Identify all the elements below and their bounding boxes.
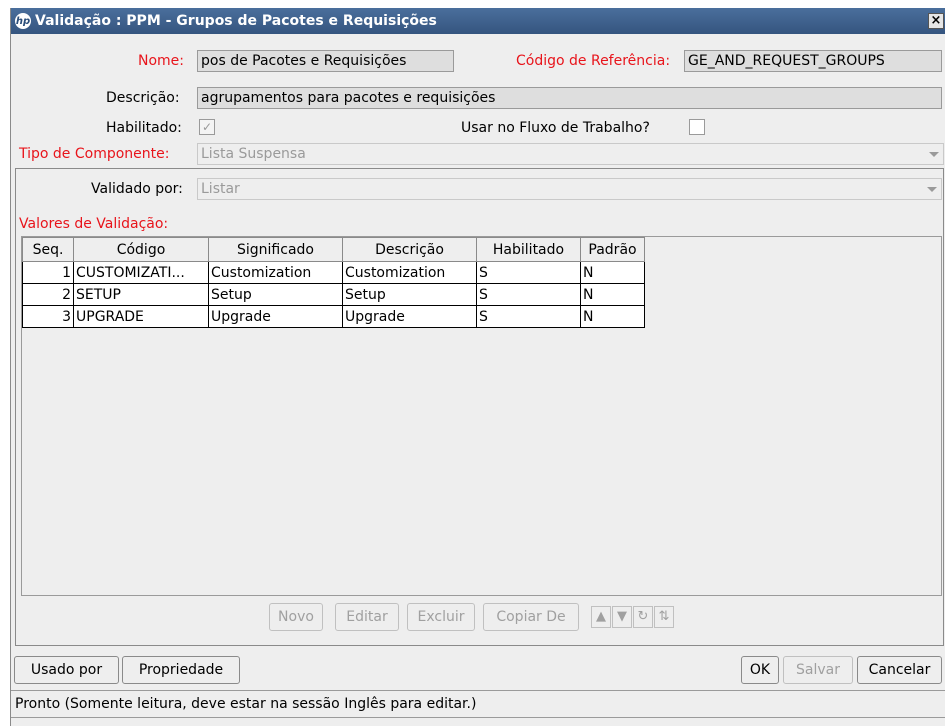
fluxo-trabalho-checkbox[interactable] (689, 119, 705, 135)
cell-descricao: Upgrade (342, 305, 477, 328)
table-row[interactable]: 3 UPGRADE Upgrade Upgrade S N (22, 305, 645, 328)
codigo-referencia-label: Código de Referência: (516, 53, 671, 69)
salvar-button[interactable]: Salvar (783, 656, 853, 684)
table-header-row: Seq. Código Significado Descrição Habili… (22, 237, 645, 262)
nome-field[interactable]: pos de Pacotes e Requisições (197, 50, 454, 72)
column-header-seq[interactable]: Seq. (22, 237, 74, 262)
status-bar: Pronto (Somente leitura, deve estar na s… (11, 690, 945, 718)
valores-validacao-label: Valores de Validação: (19, 216, 169, 232)
close-button[interactable]: × (928, 13, 944, 29)
validado-por-label: Validado por: (91, 181, 183, 197)
excluir-button[interactable]: Excluir (407, 603, 475, 631)
cell-significado: Customization (208, 261, 343, 284)
cell-habilitado: S (476, 261, 581, 284)
tipo-componente-select[interactable]: Lista Suspensa (197, 143, 944, 165)
copiar-de-button[interactable]: Copiar De (483, 603, 579, 631)
cell-descricao: Setup (342, 283, 477, 306)
cell-significado: Setup (208, 283, 343, 306)
cell-codigo: CUSTOMIZATI... (73, 261, 209, 284)
window-title: Validação : PPM - Grupos de Pacotes e Re… (35, 13, 437, 29)
validado-por-select[interactable]: Listar (197, 178, 942, 200)
cell-seq: 3 (22, 305, 74, 328)
column-header-significado[interactable]: Significado (208, 237, 343, 262)
table-row[interactable]: 1 CUSTOMIZATI... Customization Customiza… (22, 261, 645, 284)
habilitado-checkbox[interactable]: ✓ (199, 119, 215, 135)
column-header-descricao[interactable]: Descrição (342, 237, 477, 262)
validation-dialog: hp Validação : PPM - Grupos de Pacotes e… (10, 8, 945, 726)
tipo-componente-label: Tipo de Componente: (19, 146, 170, 162)
novo-button[interactable]: Novo (269, 603, 323, 631)
table-row[interactable]: 2 SETUP Setup Setup S N (22, 283, 645, 306)
cell-habilitado: S (476, 305, 581, 328)
validado-por-value: Listar (201, 181, 240, 197)
cell-descricao: Customization (342, 261, 477, 284)
cell-seq: 1 (22, 261, 74, 284)
column-header-habilitado[interactable]: Habilitado (476, 237, 581, 262)
move-down-icon[interactable]: ▼ (612, 606, 632, 628)
cell-codigo: UPGRADE (73, 305, 209, 328)
descricao-label: Descrição: (106, 90, 180, 106)
sort-icon[interactable]: ⇅ (654, 606, 674, 628)
hp-logo-icon: hp (15, 13, 31, 29)
cell-padrao: N (580, 261, 645, 284)
codigo-referencia-field[interactable]: GE_AND_REQUEST_GROUPS (684, 50, 942, 72)
editar-button[interactable]: Editar (335, 603, 399, 631)
chevron-down-icon (929, 152, 939, 157)
title-bar[interactable]: hp Validação : PPM - Grupos de Pacotes e… (11, 8, 945, 34)
validation-table-area: Seq. Código Significado Descrição Habili… (21, 236, 942, 596)
cancelar-button[interactable]: Cancelar (857, 656, 942, 684)
cell-padrao: N (580, 305, 645, 328)
cell-padrao: N (580, 283, 645, 306)
chevron-down-icon (927, 187, 937, 192)
column-header-padrao[interactable]: Padrão (580, 237, 645, 262)
validation-table: Seq. Código Significado Descrição Habili… (22, 237, 645, 328)
nome-label: Nome: (138, 53, 185, 69)
cell-significado: Upgrade (208, 305, 343, 328)
cell-seq: 2 (22, 283, 74, 306)
fluxo-trabalho-label: Usar no Fluxo de Trabalho? (461, 120, 650, 136)
check-mark-icon: ✓ (201, 120, 213, 134)
descricao-field[interactable]: agrupamentos para pacotes e requisições (197, 87, 942, 109)
tipo-componente-value: Lista Suspensa (201, 146, 306, 162)
reorder-icon[interactable]: ↻ (633, 606, 653, 628)
cell-codigo: SETUP (73, 283, 209, 306)
habilitado-label: Habilitado: (106, 120, 182, 136)
move-up-icon[interactable]: ▲ (591, 606, 611, 628)
cell-habilitado: S (476, 283, 581, 306)
ok-button[interactable]: OK (741, 656, 779, 684)
propriedade-button[interactable]: Propriedade (122, 656, 240, 684)
usado-por-button[interactable]: Usado por (14, 656, 119, 684)
column-header-codigo[interactable]: Código (73, 237, 209, 262)
